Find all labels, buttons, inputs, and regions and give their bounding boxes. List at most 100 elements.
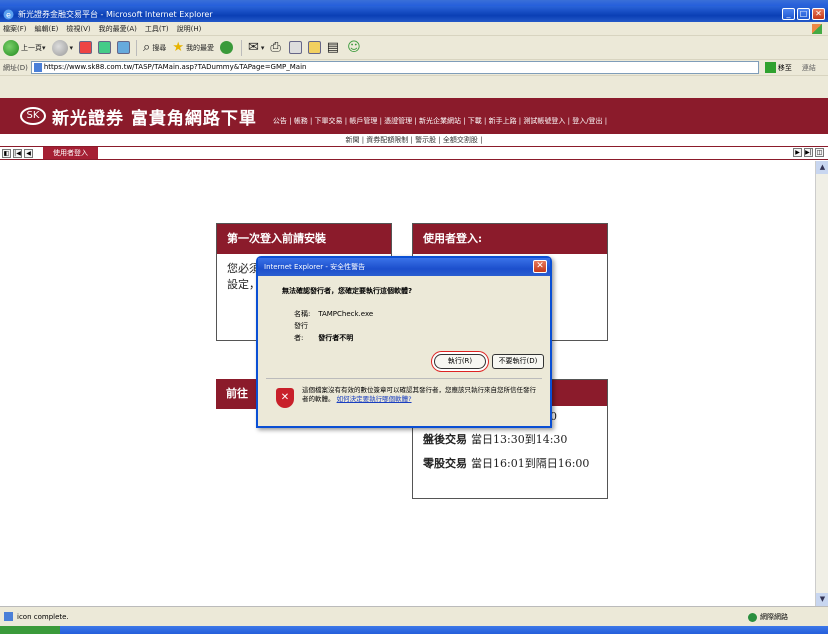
menu-help[interactable]: 說明(H) xyxy=(177,24,202,34)
star-icon: ★ xyxy=(172,40,184,55)
dialog-close-button[interactable]: ✕ xyxy=(533,260,547,273)
messenger-button[interactable]: ☺ xyxy=(347,41,363,54)
refresh-icon xyxy=(98,41,112,54)
menu-view[interactable]: 檢視(V) xyxy=(66,24,90,34)
zone-label: 網際網路 xyxy=(760,613,788,621)
odd-lot-time: 當日16:01到隔日16:00 xyxy=(471,457,590,470)
refresh-button[interactable] xyxy=(98,41,112,54)
tab-prev-button[interactable]: ◀ xyxy=(24,148,33,158)
print-button[interactable]: ⎙ xyxy=(270,41,282,54)
scroll-down-icon[interactable]: ▼ xyxy=(816,593,828,606)
file-name-value: TAMPCheck.exe xyxy=(318,310,374,318)
odd-lot-row: 零股交易 當日16:01到隔日16:00 xyxy=(423,455,597,471)
forward-button[interactable]: ▾ xyxy=(51,39,73,56)
forward-arrow-icon xyxy=(51,39,68,56)
publisher-label: 發行者: xyxy=(294,322,308,342)
internet-zone-icon xyxy=(748,612,757,622)
research-icon: ▤ xyxy=(326,40,340,55)
messenger-icon: ☺ xyxy=(347,40,361,55)
menu-edit[interactable]: 編輯(E) xyxy=(35,24,59,34)
status-text: icon complete. xyxy=(17,612,69,621)
tab-first-button[interactable]: |◀ xyxy=(13,148,22,158)
first-login-title: 第一次登入前請安裝 xyxy=(217,224,391,254)
after-hours-row: 盤後交易 當日13:30到14:30 xyxy=(423,431,597,447)
address-url: https://www.sk88.com.tw/TASP/TAMain.asp?… xyxy=(43,63,307,71)
page-icon xyxy=(33,63,42,72)
windows-flag-icon xyxy=(812,24,822,34)
site-nav[interactable]: 公告 | 帳務 | 下單交易 | 帳戶管理 | 憑證管理 | 新光企業網站 | … xyxy=(273,116,607,126)
research-button[interactable]: ▤ xyxy=(327,41,341,54)
menu-file[interactable]: 檔案(F) xyxy=(3,24,27,34)
dialog-title-bar[interactable]: Internet Explorer - 安全性警告 ✕ xyxy=(258,258,550,276)
window-title: 新光證券金融交易平台 - Microsoft Internet Explorer xyxy=(18,9,213,19)
home-icon xyxy=(117,41,131,54)
ie-logo-icon: e xyxy=(3,9,14,19)
dialog-buttons: 執行(R) 不要執行(D) xyxy=(428,354,544,369)
go-arrow-icon xyxy=(764,62,776,73)
menu-bar: 檔案(F) 編輯(E) 檢視(V) 我的最愛(A) 工具(T) 說明(H) xyxy=(0,22,828,36)
stop-button[interactable] xyxy=(79,41,93,54)
browser-window: e 新光證券金融交易平台 - Microsoft Internet Explor… xyxy=(0,6,828,626)
history-icon xyxy=(219,41,233,54)
toolbar: 上一頁 ▾ ▾ ⌕ 搜尋 ★ 我的最愛 ✉ ▾ ⎙ ▤ ☺ xyxy=(0,36,828,60)
site-header: SK 新光證券 富貴角網路下單 公告 | 帳務 | 下單交易 | 帳戶管理 | … xyxy=(0,98,828,134)
toolbar-divider xyxy=(136,39,138,56)
minimize-button[interactable]: _ xyxy=(782,8,795,20)
toolbar-divider xyxy=(240,39,242,56)
menu-tools[interactable]: 工具(T) xyxy=(145,24,169,34)
dialog-warning: 這個檔案沒有有效的數位簽章可以確認其發行者，您應該只執行來自您所信任發行者的軟體… xyxy=(302,386,538,404)
address-input[interactable]: https://www.sk88.com.tw/TASP/TAMain.asp?… xyxy=(30,61,759,74)
dialog-question: 無法確認發行者，您確定要執行這個軟體? xyxy=(282,287,413,295)
start-button[interactable] xyxy=(0,626,60,634)
back-label: 上一頁 xyxy=(21,43,42,52)
back-button[interactable]: 上一頁 ▾ xyxy=(3,39,46,56)
site-name: 新光證券 富貴角網路下單 xyxy=(52,108,257,129)
after-hours-time: 當日13:30到14:30 xyxy=(471,433,568,446)
site-logo[interactable]: SK xyxy=(20,107,46,125)
file-name-row: 名稱: TAMPCheck.exe xyxy=(294,308,550,320)
tab-menu-button[interactable]: ◧ xyxy=(2,148,11,158)
tab-window-button[interactable]: ◫ xyxy=(815,148,824,157)
dialog-divider xyxy=(266,378,542,379)
security-shield-icon: ✕ xyxy=(276,388,294,408)
home-button[interactable] xyxy=(117,41,131,54)
close-button[interactable]: ✕ xyxy=(812,8,825,20)
links-button[interactable]: 連結 xyxy=(802,63,816,73)
scroll-up-icon[interactable]: ▲ xyxy=(816,161,828,174)
tab-next-button[interactable]: ▶ xyxy=(793,148,802,157)
vertical-scrollbar[interactable]: ▲ ▼ xyxy=(815,161,828,606)
security-zone: 網際網路 xyxy=(748,612,788,622)
favorites-button[interactable]: ★ 我的最愛 xyxy=(172,41,214,54)
security-warning-dialog: Internet Explorer - 安全性警告 ✕ 無法確認發行者，您確定要… xyxy=(256,256,552,428)
user-login-title: 使用者登入: xyxy=(413,224,607,254)
folder-icon xyxy=(307,41,321,54)
dont-run-button[interactable]: 不要執行(D) xyxy=(492,354,544,369)
tab-right-controls: ▶ ▶| ◫ xyxy=(791,148,824,157)
print-icon: ⎙ xyxy=(270,40,281,55)
go-label: 移至 xyxy=(777,63,792,72)
history-button[interactable] xyxy=(219,41,235,54)
search-label: 搜尋 xyxy=(152,43,167,52)
stop-icon xyxy=(79,41,93,54)
warning-help-link[interactable]: 如何決定要執行哪個軟體? xyxy=(337,395,412,403)
tab-last-button[interactable]: ▶| xyxy=(804,148,813,157)
mail-icon: ✉ xyxy=(247,40,259,55)
edit-button[interactable] xyxy=(288,41,302,54)
search-button[interactable]: ⌕ 搜尋 xyxy=(143,41,166,54)
address-bar: 網址(D) https://www.sk88.com.tw/TASP/TAMai… xyxy=(0,60,828,76)
sub-nav[interactable]: 新聞 | 資券配額限制 | 警示股 | 全額交割股 | xyxy=(0,134,828,146)
go-button[interactable]: 移至 xyxy=(764,62,792,73)
dialog-file-info: 名稱: TAMPCheck.exe 發行者: 發行者不明 xyxy=(258,296,550,344)
title-bar[interactable]: e 新光證券金融交易平台 - Microsoft Internet Explor… xyxy=(0,6,828,22)
address-label: 網址(D) xyxy=(3,63,28,72)
file-name-label: 名稱: xyxy=(294,310,311,318)
after-hours-label: 盤後交易 xyxy=(423,433,467,446)
publisher-value: 發行者不明 xyxy=(318,334,354,342)
search-icon: ⌕ xyxy=(143,40,151,55)
mail-button[interactable]: ✉ ▾ xyxy=(248,41,264,54)
menu-favorites[interactable]: 我的最愛(A) xyxy=(99,24,137,34)
tab-user-login[interactable]: 使用者登入 xyxy=(43,147,98,159)
folder-button[interactable] xyxy=(307,41,321,54)
run-button[interactable]: 執行(R) xyxy=(434,354,486,369)
maximize-button[interactable]: □ xyxy=(797,8,810,20)
